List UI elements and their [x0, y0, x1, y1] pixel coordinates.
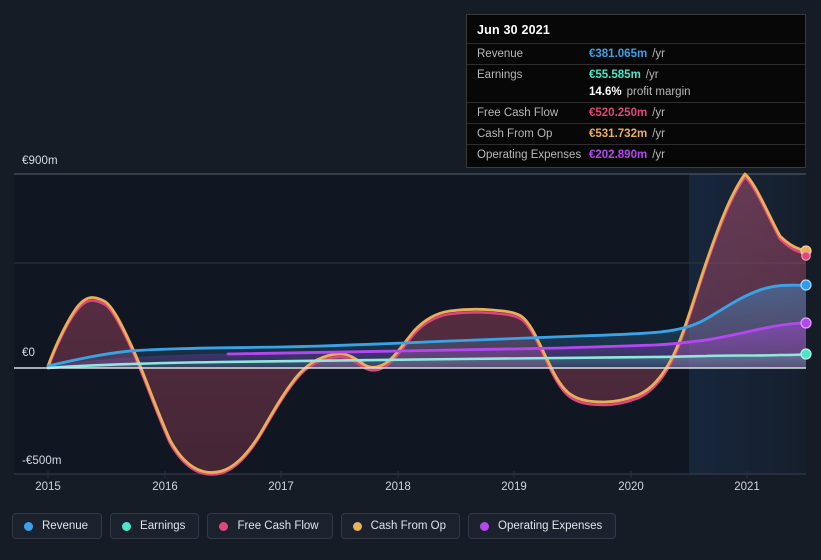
legend-dot-icon-revenue — [24, 521, 33, 531]
endpoint-operating-expenses — [800, 317, 812, 329]
x-axis-label-2017: 2017 — [268, 481, 294, 493]
tooltip-value-earnings: €55.585m — [589, 69, 641, 81]
legend-item-operating-expenses[interactable]: Operating Expenses — [468, 513, 617, 539]
legend-dot-icon-free-cash-flow — [219, 521, 229, 531]
tooltip-row-cash-from-op: Cash From Op €531.732m /yr — [467, 123, 805, 144]
tooltip-unit-earnings: /yr — [645, 69, 659, 81]
tooltip-unit-cash-from-op: /yr — [652, 128, 665, 140]
tooltip-unit-profit-margin: profit margin — [626, 86, 691, 98]
x-axis-label-2020: 2020 — [618, 481, 644, 493]
tooltip-date: Jun 30 2021 — [477, 23, 551, 37]
x-axis-label-2016: 2016 — [152, 481, 178, 493]
legend-label-operating-expenses: Operating Expenses — [498, 520, 603, 532]
tooltip-row-profit-margin: 14.6% profit margin — [467, 85, 805, 102]
tooltip-row-free-cash-flow: Free Cash Flow €520.250m /yr — [467, 102, 805, 123]
legend-item-revenue[interactable]: Revenue — [12, 513, 103, 539]
tooltip-unit-operating-expenses: /yr — [652, 149, 665, 161]
financial-chart: €900m €0 -€500m 2015 2016 2017 2018 2019… — [0, 0, 821, 560]
tooltip-row-earnings: Earnings €55.585m /yr — [467, 64, 805, 85]
legend-item-earnings[interactable]: Earnings — [110, 513, 200, 539]
legend-item-cash-from-op[interactable]: Cash From Op — [340, 513, 461, 539]
chart-legend: Revenue Earnings Free Cash Flow Cash Fro… — [12, 513, 617, 539]
x-axis-label-2015: 2015 — [35, 481, 61, 493]
tooltip-value-free-cash-flow: €520.250m — [589, 107, 648, 119]
tooltip-label-operating-expenses: Operating Expenses — [477, 149, 582, 161]
legend-label-revenue: Revenue — [42, 520, 89, 532]
legend-dot-icon-operating-expenses — [480, 521, 490, 531]
tooltip-row-operating-expenses: Operating Expenses €202.890m /yr — [467, 144, 805, 165]
tooltip-value-revenue: €381.065m — [589, 48, 648, 60]
endpoint-free-cash-flow — [801, 251, 811, 261]
legend-item-free-cash-flow[interactable]: Free Cash Flow — [207, 513, 333, 539]
legend-label-earnings: Earnings — [140, 520, 186, 532]
chart-tooltip: Jun 30 2021 Revenue €381.065m /yr Earnin… — [466, 14, 806, 168]
x-axis-label-2019: 2019 — [501, 481, 527, 493]
tooltip-label-free-cash-flow: Free Cash Flow — [477, 107, 559, 119]
tooltip-row-revenue: Revenue €381.065m /yr — [467, 43, 805, 64]
tooltip-value-profit-margin: 14.6% — [589, 86, 622, 98]
endpoint-revenue — [800, 279, 812, 291]
tooltip-unit-free-cash-flow: /yr — [652, 107, 665, 119]
legend-label-free-cash-flow: Free Cash Flow — [237, 520, 319, 532]
tooltip-value-operating-expenses: €202.890m — [589, 149, 648, 161]
x-axis-label-2021: 2021 — [734, 481, 760, 493]
legend-dot-icon-cash-from-op — [352, 521, 362, 531]
tooltip-label-revenue: Revenue — [477, 48, 524, 60]
tooltip-label-cash-from-op: Cash From Op — [477, 128, 553, 140]
tooltip-unit-revenue: /yr — [652, 48, 665, 60]
endpoint-earnings — [800, 348, 812, 360]
x-axis-label-2018: 2018 — [385, 481, 411, 493]
tooltip-label-earnings: Earnings — [477, 69, 523, 81]
legend-dot-icon-earnings — [122, 521, 132, 531]
legend-label-cash-from-op: Cash From Op — [370, 520, 447, 532]
tooltip-value-cash-from-op: €531.732m — [589, 128, 648, 140]
